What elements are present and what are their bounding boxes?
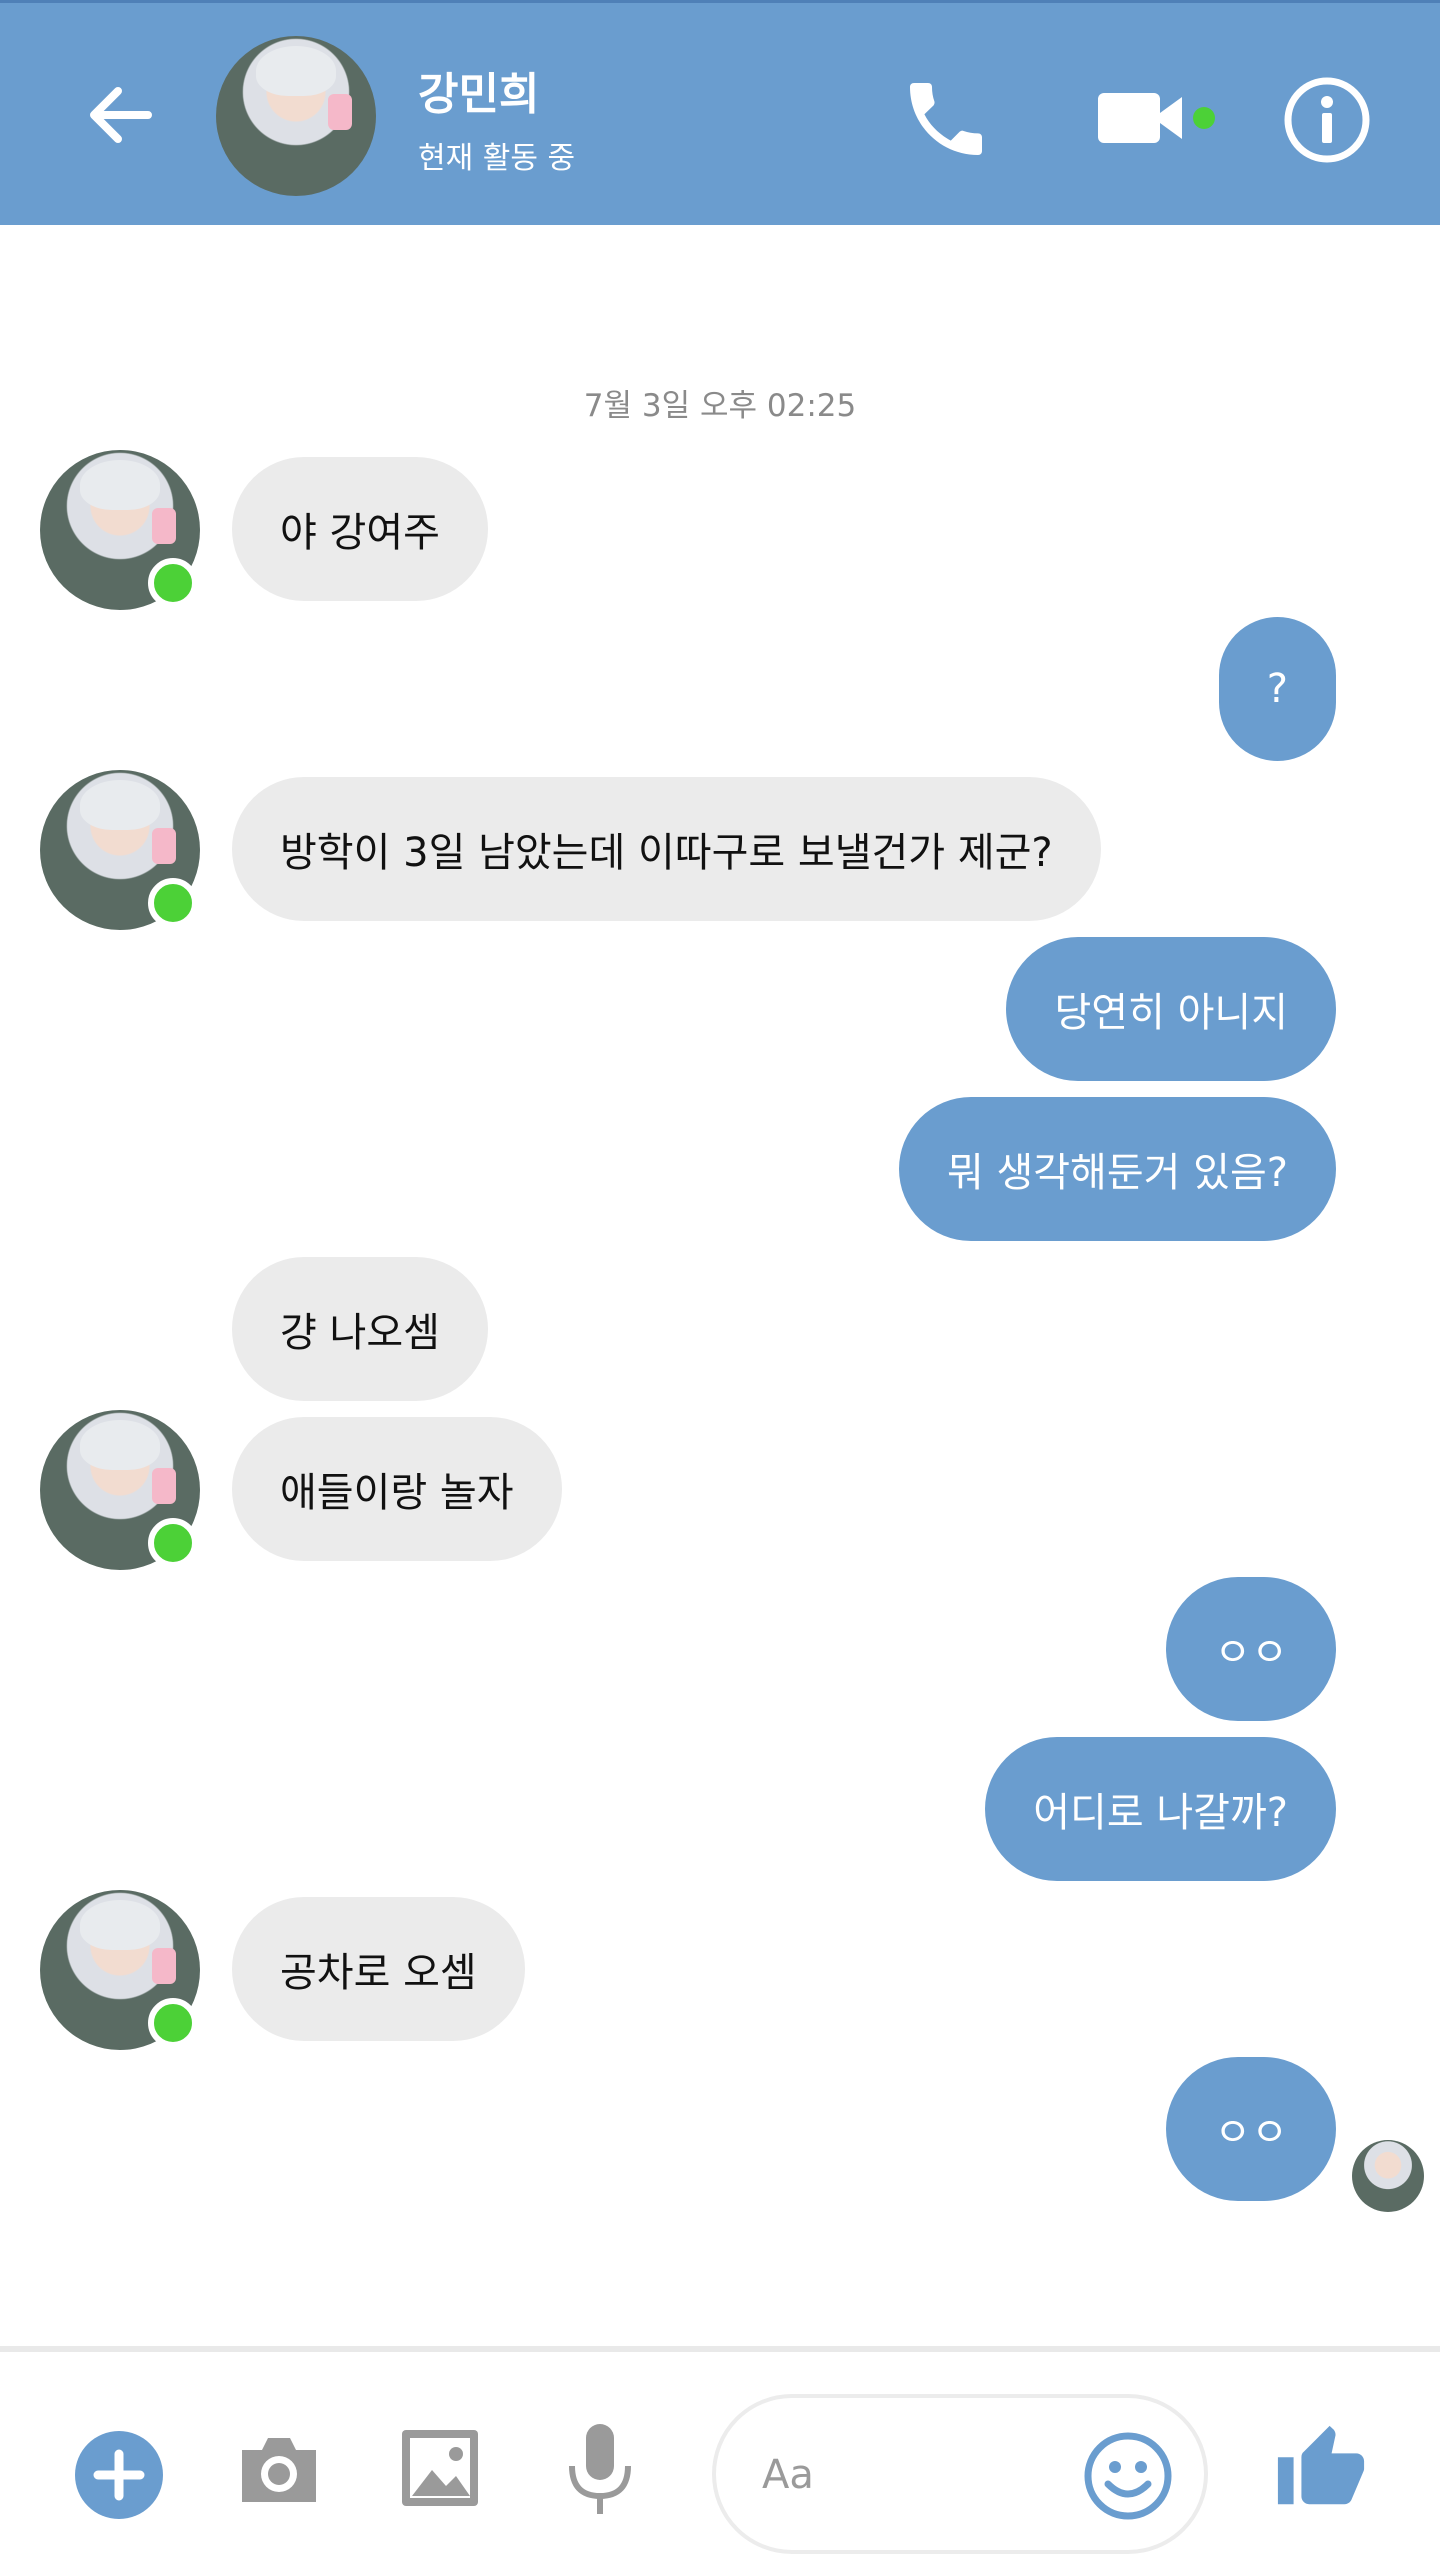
message-bubble-outgoing[interactable]: ㅇㅇ — [1166, 2057, 1336, 2201]
message-input[interactable] — [760, 2442, 1064, 2508]
online-indicator — [148, 1998, 198, 2048]
image-icon[interactable] — [398, 2426, 482, 2510]
microphone-icon[interactable] — [562, 2420, 638, 2520]
message-bubble-incoming[interactable]: 걍 나오셈 — [232, 1257, 488, 1401]
online-indicator — [148, 878, 198, 928]
video-camera-icon[interactable] — [1094, 75, 1194, 161]
message-bubble-outgoing[interactable]: 당연히 아니지 — [1006, 937, 1336, 1081]
smiley-icon[interactable] — [1084, 2432, 1172, 2520]
message-bubble-incoming[interactable]: 애들이랑 놀자 — [232, 1417, 562, 1561]
message-bubble-outgoing[interactable]: ? — [1218, 617, 1336, 761]
message-timestamp: 7월 3일 오후 02:25 — [583, 388, 857, 424]
chat-header: 강민희 현재 활동 중 — [0, 0, 1440, 225]
message-bubble-outgoing[interactable]: ㅇㅇ — [1166, 1577, 1336, 1721]
message-input-container[interactable] — [712, 2394, 1208, 2554]
sender-avatar[interactable] — [40, 1890, 200, 2050]
seen-avatar — [1352, 2140, 1424, 2212]
sender-avatar[interactable] — [40, 770, 200, 930]
message-bubble-outgoing[interactable]: 뭐 생각해둔거 있음? — [898, 1097, 1336, 1241]
plus-icon[interactable] — [74, 2430, 164, 2520]
contact-status: 현재 활동 중 — [418, 141, 576, 176]
online-indicator — [148, 558, 198, 608]
camera-icon[interactable] — [234, 2424, 324, 2514]
phone-icon[interactable] — [896, 71, 996, 167]
thumbs-up-icon[interactable] — [1274, 2422, 1368, 2516]
message-bubble-incoming[interactable]: 방학이 3일 남았는데 이따구로 보낼건가 제군? — [232, 777, 1101, 921]
composer-bar — [0, 2346, 1440, 2572]
online-indicator — [148, 1518, 198, 1568]
contact-name[interactable]: 강민희 — [418, 58, 539, 122]
info-icon[interactable] — [1282, 75, 1372, 165]
message-bubble-incoming[interactable]: 야 강여주 — [232, 457, 488, 601]
message-bubble-outgoing[interactable]: 어디로 나갈까? — [985, 1737, 1336, 1881]
sender-avatar[interactable] — [40, 1410, 200, 1570]
back-arrow-icon[interactable] — [78, 71, 166, 159]
message-bubble-incoming[interactable]: 공차로 오셈 — [232, 1897, 525, 2041]
sender-avatar[interactable] — [40, 450, 200, 610]
contact-avatar[interactable] — [216, 36, 376, 196]
online-indicator — [1193, 107, 1215, 129]
